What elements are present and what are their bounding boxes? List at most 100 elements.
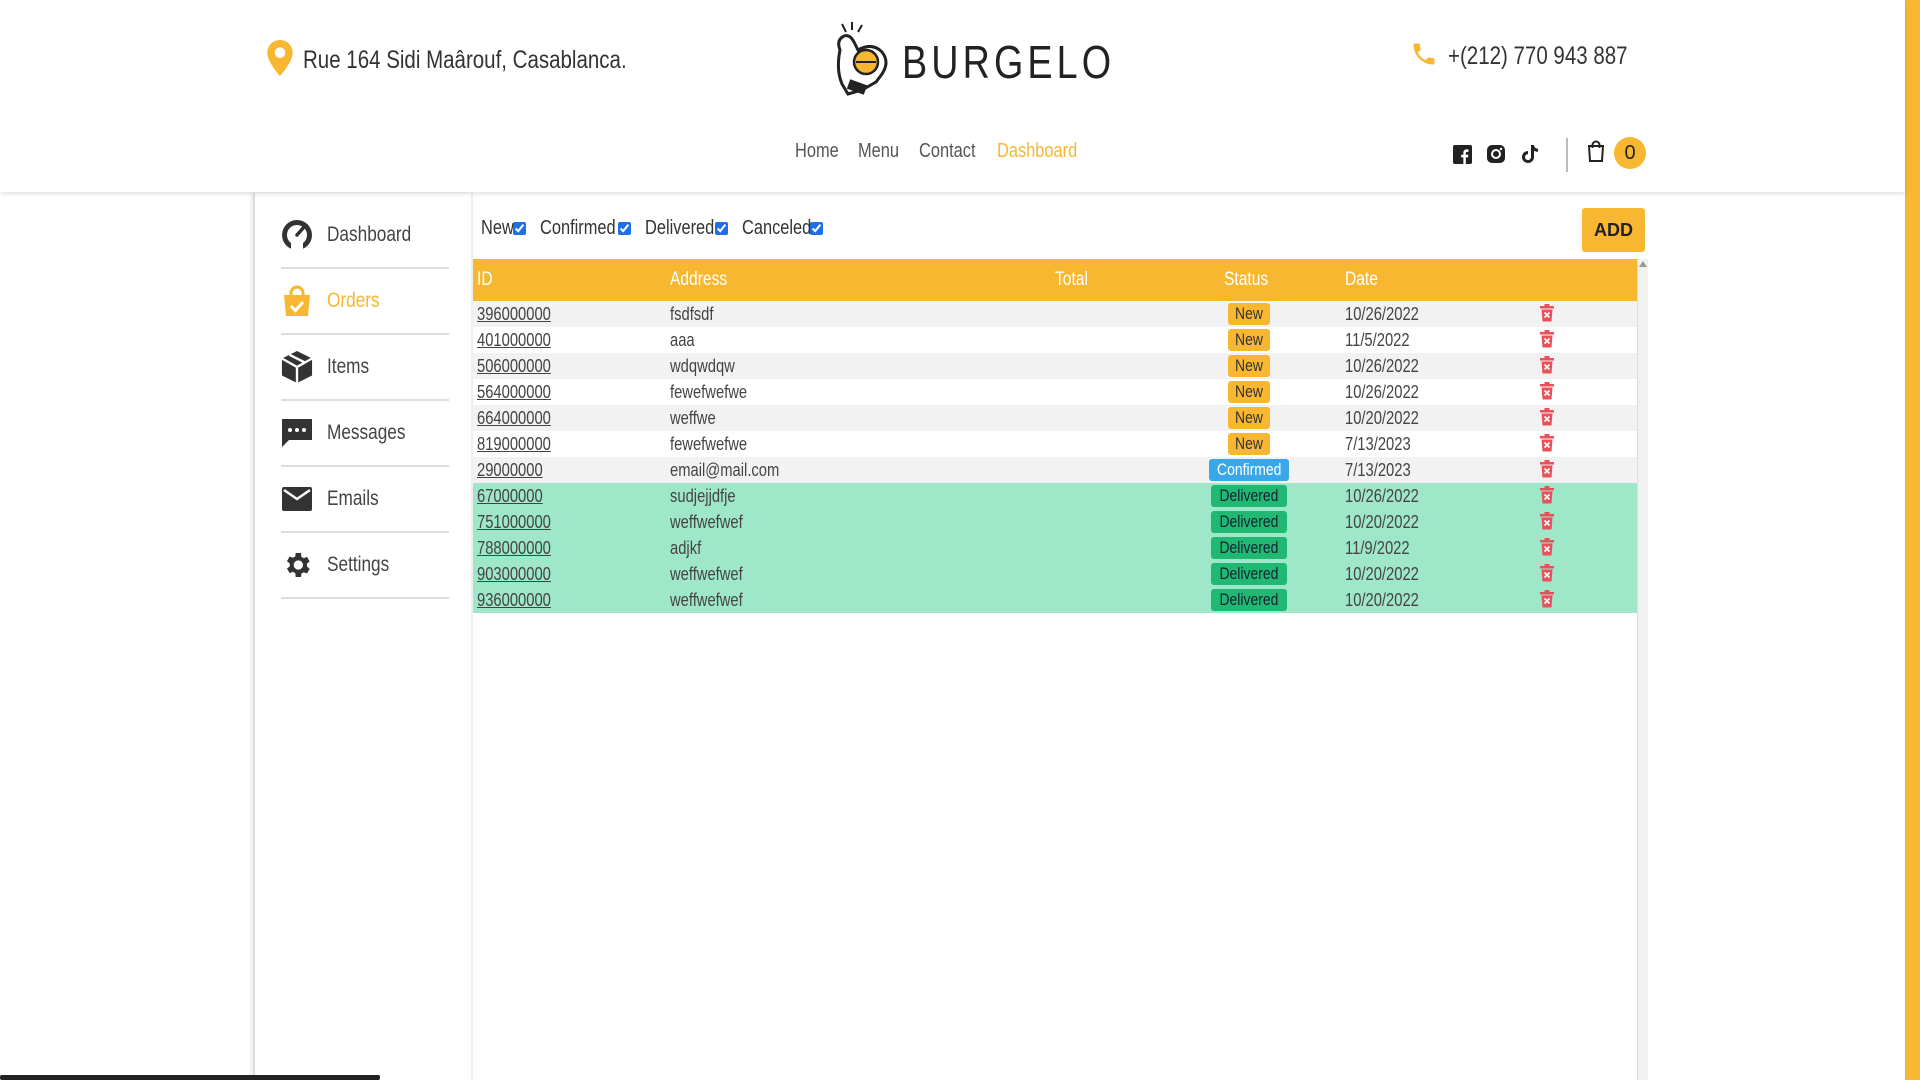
table-row: 788000000 adjkf Delivered 11/9/2022: [473, 535, 1637, 561]
order-id-link[interactable]: 564000000: [477, 382, 551, 403]
status-badge[interactable]: Confirmed: [1209, 459, 1289, 481]
status-badge-label: Delivered: [1219, 590, 1279, 609]
delete-icon[interactable]: [1539, 330, 1557, 350]
delete-icon[interactable]: [1539, 486, 1557, 506]
logo[interactable]: BURGELO: [832, 20, 1162, 103]
order-id-link[interactable]: 664000000: [477, 408, 551, 429]
delete-icon[interactable]: [1539, 356, 1557, 376]
sidebar-item-orders[interactable]: Orders: [281, 269, 449, 335]
order-date: 7/13/2023: [1345, 460, 1411, 480]
table-row: 506000000 wdqwdqw New 10/26/2022: [473, 353, 1637, 379]
filter-label: New: [481, 217, 514, 239]
table-row: 936000000 weffwefwef Delivered 10/20/2022: [473, 587, 1637, 613]
order-date: 10/20/2022: [1345, 564, 1419, 584]
filter-confirmed[interactable]: Confirmed: [540, 217, 631, 240]
cart-button[interactable]: 0: [1586, 137, 1646, 169]
status-badge[interactable]: Delivered: [1211, 589, 1287, 611]
delete-icon[interactable]: [1539, 538, 1557, 558]
chat-icon: [281, 417, 313, 449]
facebook-icon[interactable]: [1452, 144, 1472, 164]
order-address: fsdfsdf: [670, 304, 714, 324]
filter-label: Delivered: [645, 217, 715, 239]
sidebar-item-label: Items: [327, 355, 370, 378]
site-header: Rue 164 Sidi Maârouf, Casablanca. BURGEL…: [0, 0, 1905, 192]
location-pin-icon: [267, 40, 293, 81]
order-id-link[interactable]: 29000000: [477, 460, 543, 481]
order-id-link[interactable]: 819000000: [477, 434, 551, 455]
column-header-address[interactable]: Address: [670, 269, 727, 291]
order-date: 10/26/2022: [1345, 382, 1419, 402]
status-badge-label: New: [1235, 382, 1263, 401]
column-header-status[interactable]: Status: [1224, 269, 1268, 291]
sidebar-item-messages[interactable]: Messages: [281, 401, 449, 467]
status-badge[interactable]: Delivered: [1211, 511, 1287, 533]
filter-delivered-checkbox[interactable]: [715, 222, 728, 235]
order-id-link[interactable]: 396000000: [477, 304, 551, 325]
order-id-link[interactable]: 506000000: [477, 356, 551, 377]
page-scrollbar[interactable]: [1905, 0, 1920, 1080]
status-badge[interactable]: New: [1228, 407, 1270, 429]
order-id-link[interactable]: 903000000: [477, 564, 551, 585]
status-badge[interactable]: New: [1228, 433, 1270, 455]
delete-icon[interactable]: [1539, 460, 1557, 480]
nav-home[interactable]: Home: [795, 140, 847, 163]
status-badge[interactable]: Delivered: [1211, 485, 1287, 507]
scroll-up-arrow-icon[interactable]: [1639, 261, 1647, 267]
filter-new-checkbox[interactable]: [513, 222, 526, 235]
sidebar-item-dashboard[interactable]: Dashboard: [281, 203, 449, 269]
phone-block[interactable]: +(212) 770 943 887: [1410, 40, 1667, 73]
delete-icon[interactable]: [1539, 434, 1557, 454]
order-date: 10/20/2022: [1345, 590, 1419, 610]
status-badge[interactable]: New: [1228, 381, 1270, 403]
table-row: 67000000 sudjejjdfje Delivered 10/26/2022: [473, 483, 1637, 509]
table-row: 819000000 fewefwefwe New 7/13/2023: [473, 431, 1637, 457]
address-text: Rue 164 Sidi Maârouf, Casablanca.: [303, 46, 627, 74]
status-badge[interactable]: Delivered: [1211, 563, 1287, 585]
filter-confirmed-checkbox[interactable]: [618, 222, 631, 235]
delete-icon[interactable]: [1539, 382, 1557, 402]
order-id-link[interactable]: 936000000: [477, 590, 551, 611]
status-badge-label: Delivered: [1219, 486, 1279, 505]
sidebar-item-emails[interactable]: Emails: [281, 467, 449, 533]
sidebar-item-items[interactable]: Items: [281, 335, 449, 401]
main-nav: Home Menu Contact Dashboard: [795, 140, 1095, 163]
orders-table: ID Address Total Status Date 396000000 fs…: [473, 259, 1638, 1080]
instagram-icon[interactable]: [1486, 144, 1506, 164]
tiktok-icon[interactable]: [1520, 144, 1540, 164]
gear-icon: [281, 549, 313, 581]
filter-delivered[interactable]: Delivered: [645, 217, 728, 240]
column-header-total[interactable]: Total: [1055, 269, 1088, 291]
table-scrollbar[interactable]: [1638, 259, 1648, 1080]
order-id-link[interactable]: 788000000: [477, 538, 551, 559]
add-order-button[interactable]: ADD: [1582, 208, 1645, 252]
status-badge-label: New: [1235, 408, 1263, 427]
order-date: 11/5/2022: [1345, 330, 1410, 350]
delete-icon[interactable]: [1539, 564, 1557, 584]
status-badge[interactable]: New: [1228, 355, 1270, 377]
filter-label: Canceled: [742, 217, 812, 239]
status-badge[interactable]: New: [1228, 329, 1270, 351]
filter-canceled-checkbox[interactable]: [810, 222, 823, 235]
nav-menu[interactable]: Menu: [858, 140, 908, 163]
delete-icon[interactable]: [1539, 408, 1557, 428]
delete-icon[interactable]: [1539, 304, 1557, 324]
column-header-id[interactable]: ID: [477, 269, 493, 291]
order-id-link[interactable]: 67000000: [477, 486, 543, 507]
filter-canceled[interactable]: Canceled: [742, 217, 823, 240]
status-badge-label: New: [1235, 304, 1263, 323]
filter-new[interactable]: New: [481, 217, 526, 240]
column-header-date[interactable]: Date: [1345, 269, 1378, 291]
status-badge[interactable]: New: [1228, 303, 1270, 325]
order-address: adjkf: [670, 538, 702, 558]
status-badge[interactable]: Delivered: [1211, 537, 1287, 559]
delete-icon[interactable]: [1539, 512, 1557, 532]
sidebar-item-label: Emails: [327, 487, 379, 510]
delete-icon[interactable]: [1539, 590, 1557, 610]
sidebar-item-settings[interactable]: Settings: [281, 533, 449, 599]
order-id-link[interactable]: 401000000: [477, 330, 551, 351]
table-row: 29000000 email@mail.com Confirmed 7/13/2023: [473, 457, 1637, 483]
nav-contact[interactable]: Contact: [919, 140, 983, 163]
nav-dashboard[interactable]: Dashboard: [997, 140, 1077, 163]
sidebar-item-label: Messages: [327, 421, 406, 444]
order-id-link[interactable]: 751000000: [477, 512, 551, 533]
